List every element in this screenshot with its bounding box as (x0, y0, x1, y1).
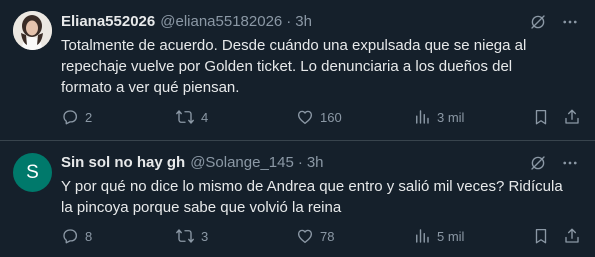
tweet-text-line: repechaje vuelve por Golden ticket. Lo d… (61, 58, 513, 75)
tweet-header: Eliana552026 @eliana55182026 · 3h (61, 11, 312, 31)
more-icon[interactable] (561, 13, 579, 31)
separator: · (297, 153, 303, 171)
like-icon (297, 110, 313, 125)
like-button[interactable]: 160 (296, 107, 342, 127)
bookmark-button[interactable] (532, 226, 550, 246)
grok-icon[interactable] (529, 154, 547, 172)
tweet-header: Sin sol no hay gh @Solange_145 · 3h (61, 152, 324, 172)
retweet-count: 4 (201, 109, 209, 125)
reply-icon (63, 229, 78, 244)
timestamp[interactable]: 3h (307, 154, 324, 171)
separator: · (286, 12, 292, 30)
retweet-count: 3 (201, 228, 209, 244)
avatar[interactable] (13, 11, 52, 50)
timestamp[interactable]: 3h (295, 13, 312, 30)
tweet[interactable]: S Sin sol no hay gh @Solange_145 · 3h Y (0, 141, 595, 257)
retweet-icon (176, 110, 194, 124)
tweet-text-line: Totalmente de acuerdo. Desde cuándo una … (61, 37, 527, 54)
reply-count: 2 (85, 109, 93, 125)
tweet[interactable]: Eliana552026 @eliana55182026 · 3h Totalm… (0, 0, 595, 140)
user-handle[interactable]: @Solange_145 (190, 154, 294, 171)
tweet-feed: Eliana552026 @eliana55182026 · 3h Totalm… (0, 0, 595, 257)
share-button[interactable] (563, 107, 581, 127)
display-name[interactable]: Eliana552026 (61, 13, 155, 30)
tweet-text-line: Y por qué no dice lo mismo de Andrea que… (61, 178, 563, 195)
view-count: 5 mil (437, 228, 465, 244)
reply-count: 8 (85, 228, 93, 244)
avatar[interactable]: S (13, 153, 52, 192)
reply-button[interactable]: 8 (61, 226, 92, 246)
views-button[interactable]: 5 mil (413, 226, 464, 246)
tweet-text: Totalmente de acuerdo. Desde cuándo una … (61, 35, 571, 98)
share-icon (565, 228, 579, 243)
tweet-text: Y por qué no dice lo mismo de Andrea que… (61, 176, 571, 218)
reply-button[interactable]: 2 (61, 107, 92, 127)
views-icon (416, 110, 429, 124)
retweet-icon (176, 229, 194, 243)
display-name[interactable]: Sin sol no hay gh (61, 154, 185, 171)
grok-icon[interactable] (529, 13, 547, 31)
user-handle[interactable]: @eliana55182026 (160, 13, 282, 30)
tweet-top-actions (529, 154, 579, 172)
tweet-actions: 8 3 78 5 mil (61, 226, 581, 246)
views-button[interactable]: 3 mil (413, 107, 464, 127)
bookmark-icon (535, 109, 547, 125)
like-icon (297, 229, 313, 244)
avatar-initial: S (26, 162, 39, 183)
bookmark-button[interactable] (532, 107, 550, 127)
like-button[interactable]: 78 (296, 226, 334, 246)
tweet-top-actions (529, 13, 579, 31)
like-count: 160 (320, 109, 342, 125)
avatar-photo (13, 11, 52, 50)
tweet-text-line: formato a ver qué piensan. (61, 79, 240, 96)
more-icon[interactable] (561, 154, 579, 172)
retweet-button[interactable]: 4 (175, 107, 208, 127)
view-count: 3 mil (437, 109, 465, 125)
reply-icon (63, 110, 78, 125)
like-count: 78 (320, 228, 335, 244)
tweet-text-line: la pincoya porque sabe que volvió la rei… (61, 199, 342, 216)
retweet-button[interactable]: 3 (175, 226, 208, 246)
share-button[interactable] (563, 226, 581, 246)
bookmark-icon (535, 228, 547, 244)
tweet-actions: 2 4 160 3 mil (61, 107, 581, 127)
share-icon (565, 109, 579, 124)
views-icon (416, 229, 429, 243)
